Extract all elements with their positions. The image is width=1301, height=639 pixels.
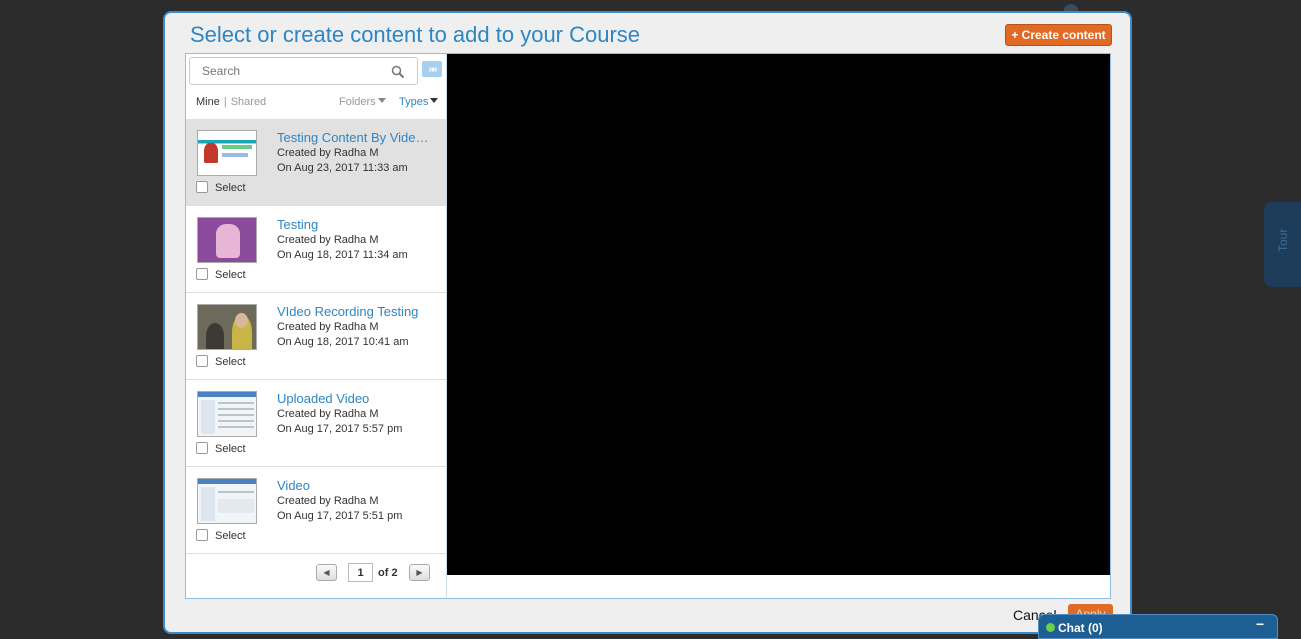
select-label[interactable]: Select	[215, 269, 246, 281]
content-title-link[interactable]: VIdeo Recording Testing	[277, 304, 437, 319]
select-label[interactable]: Select	[215, 530, 246, 542]
select-checkbox[interactable]	[196, 181, 208, 193]
content-title-link[interactable]: Video	[277, 478, 437, 493]
select-checkbox[interactable]	[196, 529, 208, 541]
folders-dropdown[interactable]: Folders	[339, 96, 386, 108]
pagination: ◀ of 2 ▶	[186, 554, 446, 598]
expand-panel-icon[interactable]: »»	[422, 61, 442, 77]
content-date: On Aug 23, 2017 11:33 am	[277, 162, 408, 174]
dialog-title: Select or create content to add to your …	[190, 22, 641, 47]
select-checkbox[interactable]	[196, 442, 208, 454]
types-dropdown[interactable]: Types	[399, 96, 439, 108]
select-label[interactable]: Select	[215, 356, 246, 368]
online-status-icon	[1046, 623, 1055, 632]
filter-separator: |	[223, 96, 227, 108]
content-author: Created by Radha M	[277, 495, 379, 507]
chevron-down-icon	[430, 98, 439, 103]
content-author: Created by Radha M	[277, 321, 379, 333]
chevron-down-icon	[377, 98, 386, 103]
content-author: Created by Radha M	[277, 234, 379, 246]
folders-label: Folders	[339, 96, 376, 108]
search-icon[interactable]	[391, 65, 405, 79]
content-list-item[interactable]: Testing Created by Radha M On Aug 18, 20…	[186, 206, 446, 293]
content-date: On Aug 17, 2017 5:57 pm	[277, 423, 403, 435]
select-label[interactable]: Select	[215, 443, 246, 455]
content-title-link[interactable]: Testing	[277, 217, 437, 232]
content-title-link[interactable]: Uploaded Video	[277, 391, 437, 406]
content-author: Created by Radha M	[277, 147, 379, 159]
search-input[interactable]	[190, 58, 390, 84]
content-thumbnail[interactable]	[197, 304, 257, 350]
previous-page-button[interactable]: ◀	[316, 564, 337, 581]
tour-tab-label: Tour	[1276, 228, 1290, 252]
select-checkbox[interactable]	[196, 355, 208, 367]
content-area: »» Mine| Shared Folders Types Testing Con…	[185, 53, 1111, 599]
content-title-link[interactable]: Testing Content By Vide…	[277, 130, 437, 145]
content-list-item[interactable]: Uploaded Video Created by Radha M On Aug…	[186, 380, 446, 467]
content-thumbnail[interactable]	[197, 130, 257, 176]
search-box	[189, 57, 418, 85]
filter-mine[interactable]: Mine	[196, 96, 220, 108]
content-date: On Aug 18, 2017 10:41 am	[277, 336, 409, 348]
content-date: On Aug 17, 2017 5:51 pm	[277, 510, 403, 522]
page-total: of 2	[378, 567, 398, 579]
content-thumbnail[interactable]	[197, 391, 257, 437]
content-picker-dialog: Select or create content to add to your …	[163, 11, 1132, 634]
content-thumbnail[interactable]	[197, 217, 257, 263]
chat-bar[interactable]: Chat (0) −	[1038, 614, 1278, 639]
content-list-item[interactable]: Testing Content By Vide… Created by Radh…	[186, 119, 446, 206]
content-author: Created by Radha M	[277, 408, 379, 420]
content-date: On Aug 18, 2017 11:34 am	[277, 249, 408, 261]
filter-shared[interactable]: Shared	[231, 96, 266, 108]
content-list-panel: »» Mine| Shared Folders Types Testing Con…	[186, 54, 447, 598]
types-label: Types	[399, 96, 429, 108]
content-thumbnail[interactable]	[197, 478, 257, 524]
create-content-button[interactable]: + Create content	[1005, 24, 1112, 46]
filter-row: Mine | Shared Folders Types	[196, 96, 441, 110]
video-preview[interactable]	[447, 54, 1110, 575]
select-label[interactable]: Select	[215, 182, 246, 194]
page-number-input[interactable]	[348, 563, 373, 582]
content-list-item[interactable]: VIdeo Recording Testing Created by Radha…	[186, 293, 446, 380]
next-page-button[interactable]: ▶	[409, 564, 430, 581]
minimize-icon[interactable]: −	[1256, 616, 1264, 632]
tour-tab[interactable]: Tour	[1264, 202, 1301, 287]
chat-label: Chat (0)	[1058, 621, 1103, 635]
content-list-item[interactable]: Video Created by Radha M On Aug 17, 2017…	[186, 467, 446, 554]
select-checkbox[interactable]	[196, 268, 208, 280]
